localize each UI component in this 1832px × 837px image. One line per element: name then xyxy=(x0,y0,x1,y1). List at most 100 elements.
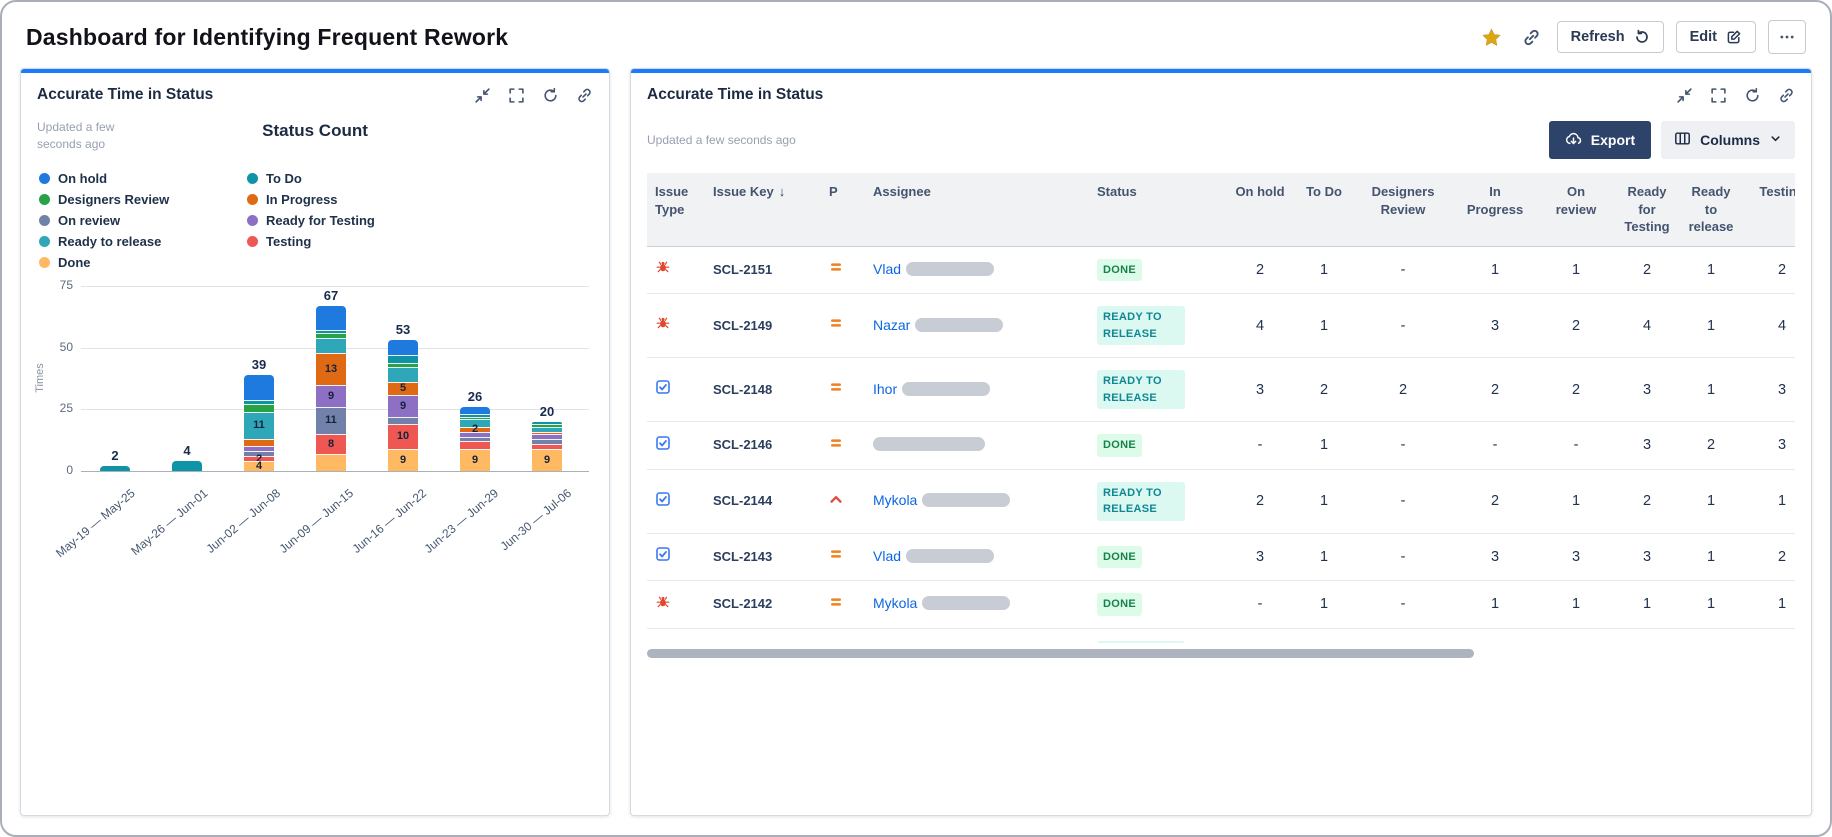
time-in-status-table: Issue Type Issue Key ↓ P Assignee Status On ho… xyxy=(647,173,1795,643)
edit-button[interactable]: Edit xyxy=(1675,21,1756,53)
assignee-link[interactable]: Mykola xyxy=(873,492,917,508)
assignee-link[interactable]: Ihor xyxy=(873,381,897,397)
issue-key[interactable]: SCL-2151 xyxy=(713,262,772,277)
bar-segment-testing[interactable]: 8 xyxy=(316,434,346,454)
assignee-link[interactable]: Vlad xyxy=(873,261,901,277)
legend-item-in-progress[interactable]: In Progress xyxy=(247,192,419,207)
collapse-icon[interactable] xyxy=(474,87,491,104)
column-header-assignee[interactable]: Assignee xyxy=(865,173,1089,247)
bar-segment-testing[interactable] xyxy=(460,441,490,449)
horizontal-scrollbar-thumb[interactable] xyxy=(647,649,1474,658)
bar-segment-done[interactable]: 4 xyxy=(244,461,274,472)
bar-segment-on-hold[interactable] xyxy=(460,406,490,415)
column-header-ready-to-release[interactable]: Ready to release xyxy=(1679,173,1743,247)
fullscreen-icon[interactable] xyxy=(1710,87,1727,104)
legend-item-on-hold[interactable]: On hold xyxy=(39,171,211,186)
bar-segment-designers-review[interactable] xyxy=(244,404,274,412)
bar-segment-done[interactable] xyxy=(316,453,346,471)
bar-segment-on-hold[interactable] xyxy=(244,374,274,400)
refresh-button[interactable]: Refresh xyxy=(1556,21,1664,53)
column-header-status[interactable]: Status xyxy=(1089,173,1225,247)
issue-key[interactable]: SCL-2149 xyxy=(713,318,772,333)
column-header-on-review[interactable]: On review xyxy=(1537,173,1615,247)
legend-item-to-do[interactable]: To Do xyxy=(247,171,419,186)
legend-item-testing[interactable]: Testing xyxy=(247,234,419,249)
assignee-link[interactable]: Mykola xyxy=(873,595,917,611)
fullscreen-icon[interactable] xyxy=(508,87,525,104)
assignee-link[interactable]: Nazar xyxy=(873,317,910,333)
export-button[interactable]: Export xyxy=(1548,121,1652,159)
legend-item-designers-review[interactable]: Designers Review xyxy=(39,192,211,207)
issue-key[interactable]: SCL-2142 xyxy=(713,596,772,611)
bar-segment-ready-to-release[interactable] xyxy=(316,337,346,353)
bar-column-jun-09-jun-15[interactable]: 67 13 9 11 8 xyxy=(307,288,355,471)
legend-item-done[interactable]: Done xyxy=(39,255,211,270)
bar-column-jun-16-jun-22[interactable]: 53 5 9 10 9 xyxy=(379,322,427,471)
legend-item-ready-to-release[interactable]: Ready to release xyxy=(39,234,211,249)
table-row-scl-2140[interactable]: SCL-2140KaterynaREADY TO RELEASE11---212 xyxy=(647,629,1795,643)
column-header-to-do[interactable]: To Do xyxy=(1295,173,1353,247)
issue-key[interactable]: SCL-2144 xyxy=(713,493,772,508)
dashboard-header: Dashboard for Identifying Frequent Rewor… xyxy=(2,2,1830,68)
link-icon[interactable] xyxy=(1778,87,1795,104)
bar-segment-to-do[interactable] xyxy=(172,461,202,471)
bar-segment-ready-to-release[interactable] xyxy=(388,367,418,383)
favorite-star-icon[interactable] xyxy=(1477,23,1506,52)
bar-segment-done[interactable]: 9 xyxy=(388,448,418,471)
bar-column-may-19-may-25[interactable]: 2 xyxy=(91,448,139,471)
bar-stack xyxy=(100,466,130,471)
table-row-scl-2144[interactable]: SCL-2144 Mykola READY TO RELEASE 2 1-2 1 2 1 1 xyxy=(647,470,1795,534)
issue-key[interactable]: SCL-2143 xyxy=(713,549,772,564)
bar-segment-done[interactable]: 9 xyxy=(460,448,490,471)
column-header-ready-for-testing[interactable]: Ready for Testing xyxy=(1615,173,1679,247)
table-row-scl-2151[interactable]: SCL-2151 Vlad DONE 2 1-1 1 2 1 2 xyxy=(647,247,1795,295)
bar-segment-in-progress[interactable]: 5 xyxy=(388,382,418,395)
horizontal-scrollbar[interactable] xyxy=(647,649,1795,658)
link-icon[interactable] xyxy=(576,87,593,104)
bar-segment-on-review[interactable]: 11 xyxy=(316,406,346,435)
reset-refresh-icon[interactable] xyxy=(542,87,559,104)
table-row-scl-2142[interactable]: SCL-2142 Mykola DONE -1-1 1 1 1 1 xyxy=(647,581,1795,629)
column-header-designers-review[interactable]: Designers Review xyxy=(1353,173,1453,247)
column-header-testing[interactable]: Testing xyxy=(1743,173,1795,247)
assignee-link[interactable]: Vlad xyxy=(873,548,901,564)
bar-segment-testing[interactable]: 10 xyxy=(388,424,418,449)
column-header-in-progress[interactable]: In Progress xyxy=(1453,173,1537,247)
column-header-p[interactable]: P xyxy=(821,173,865,247)
bar-segment-on-review[interactable] xyxy=(388,416,418,425)
bar-segment-ready-for-testing[interactable]: 9 xyxy=(388,394,418,417)
bar-segment-in-progress[interactable] xyxy=(244,438,274,447)
collapse-icon[interactable] xyxy=(1676,87,1693,104)
legend-item-on-review[interactable]: On review xyxy=(39,213,211,228)
more-options-button[interactable] xyxy=(1768,20,1806,54)
bar-segment-on-hold[interactable] xyxy=(316,305,346,331)
table-row-scl-2146[interactable]: SCL-2146 DONE -1- - -3 2 3 xyxy=(647,422,1795,470)
bar-column-jun-02-jun-08[interactable]: 39 11 2 4 xyxy=(235,357,283,472)
bar-total-label: 53 xyxy=(395,322,411,338)
reset-refresh-icon[interactable] xyxy=(1744,87,1761,104)
table-row-scl-2149[interactable]: SCL-2149 Nazar READY TO RELEASE 4 1-3 2 4 1 4 xyxy=(647,294,1795,359)
column-header-issue-type[interactable]: Issue Type xyxy=(647,173,705,247)
bar-segment-ready-to-release[interactable]: 11 xyxy=(244,411,274,439)
bar-column-jun-30-jul-06[interactable]: 20 9 xyxy=(523,404,571,471)
bar-column-may-26-jun-01[interactable]: 4 xyxy=(163,443,211,471)
bar-segment-to-do[interactable] xyxy=(100,466,130,471)
issue-key[interactable]: SCL-2146 xyxy=(713,437,772,452)
column-header-issue-key[interactable]: Issue Key ↓ xyxy=(705,173,821,247)
table-row-scl-2148[interactable]: SCL-2148 Ihor READY TO RELEASE 3 2 2 2 2 3 1 3 xyxy=(647,358,1795,423)
table-row-scl-2143[interactable]: SCL-2143 Vlad DONE 3 1-3 3 3 1 2 xyxy=(647,534,1795,582)
bar-segment-on-hold[interactable] xyxy=(388,340,418,356)
assignee-cell: Mykola xyxy=(865,581,1089,629)
bar-segment-in-progress[interactable]: 13 xyxy=(316,352,346,385)
legend-item-ready-for-testing[interactable]: Ready for Testing xyxy=(247,213,419,228)
bar-column-jun-23-jun-29[interactable]: 26 2 9 xyxy=(451,389,499,471)
bar-segment-done[interactable]: 9 xyxy=(532,448,562,471)
bar-segment-to-do[interactable] xyxy=(388,355,418,363)
issue-key[interactable]: SCL-2148 xyxy=(713,382,772,397)
priority-medium-icon xyxy=(829,436,843,450)
columns-button[interactable]: Columns xyxy=(1661,121,1795,159)
bar-segment-ready-for-testing[interactable]: 9 xyxy=(316,384,346,407)
column-header-on-hold[interactable]: On hold xyxy=(1225,173,1295,247)
share-link-icon[interactable] xyxy=(1518,24,1545,51)
status-count-cell: 1 xyxy=(1537,247,1615,295)
